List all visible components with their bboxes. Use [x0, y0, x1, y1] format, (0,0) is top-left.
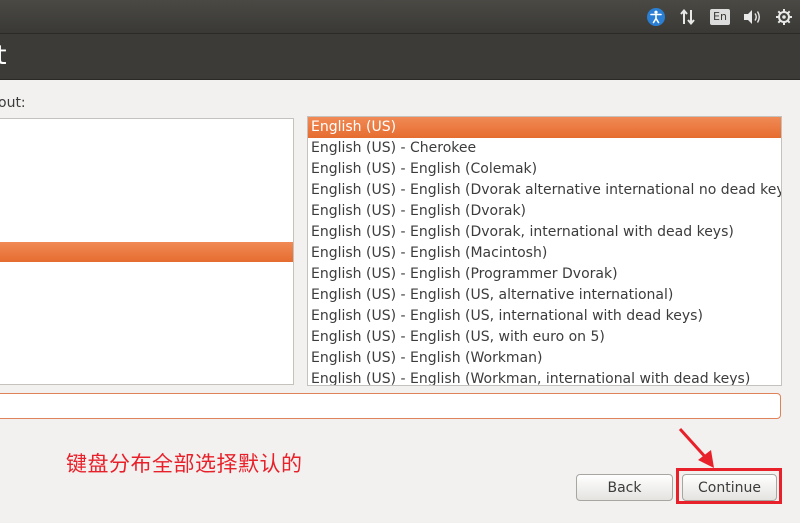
variant-list-item[interactable]: English (US) - English (Workman) — [308, 348, 781, 369]
keyboard-test-input[interactable] — [0, 393, 781, 419]
variant-list-item[interactable]: English (US) - English (US, with euro on… — [308, 327, 781, 348]
annotation-text: 键盘分布全部选择默认的 — [66, 452, 303, 476]
keyboard-variant-list[interactable]: English (US) English (US) - Cherokee Engli… — [307, 116, 782, 386]
variant-list-item[interactable]: English (US) - English (Dvorak, internat… — [308, 222, 781, 243]
keyboard-language-indicator[interactable]: En — [704, 0, 736, 33]
system-tray: En — [640, 0, 800, 33]
continue-highlight-box — [676, 468, 782, 504]
variant-list-item[interactable]: English (US) - English (Colemak) — [308, 159, 781, 180]
speaker-icon[interactable] — [736, 0, 768, 33]
variant-list-item[interactable]: English (US) - English (Programmer Dvora… — [308, 264, 781, 285]
variant-list-item[interactable]: English (US) - Cherokee — [308, 138, 781, 159]
gear-icon[interactable] — [768, 0, 800, 33]
variant-list-item[interactable]: English (US) - English (US, alternative … — [308, 285, 781, 306]
variant-list-item[interactable]: English (US) - English (Dvorak) — [308, 201, 781, 222]
language-code: En — [710, 8, 730, 25]
annotation-arrow-icon — [678, 427, 714, 468]
page-title: t — [0, 40, 7, 71]
variant-list-item[interactable]: English (US) - English (Macintosh) — [308, 243, 781, 264]
selected-layout-row[interactable] — [0, 242, 293, 262]
network-arrows-icon[interactable] — [672, 0, 704, 33]
variant-list-item[interactable]: English (US) - English (Dvorak alternati… — [308, 180, 781, 201]
back-button[interactable]: Back — [576, 474, 673, 501]
accessibility-icon[interactable] — [640, 0, 672, 33]
top-panel: En — [0, 0, 800, 34]
keyboard-layout-list[interactable] — [0, 118, 294, 385]
variant-list-item[interactable]: English (US) — [308, 117, 781, 138]
variant-list-item[interactable]: English (US) - English (Workman, interna… — [308, 369, 781, 385]
keyboard-layout-label: out: — [0, 95, 26, 111]
installer-header: t — [0, 34, 800, 80]
variant-list-item[interactable]: English (US) - English (US, internationa… — [308, 306, 781, 327]
